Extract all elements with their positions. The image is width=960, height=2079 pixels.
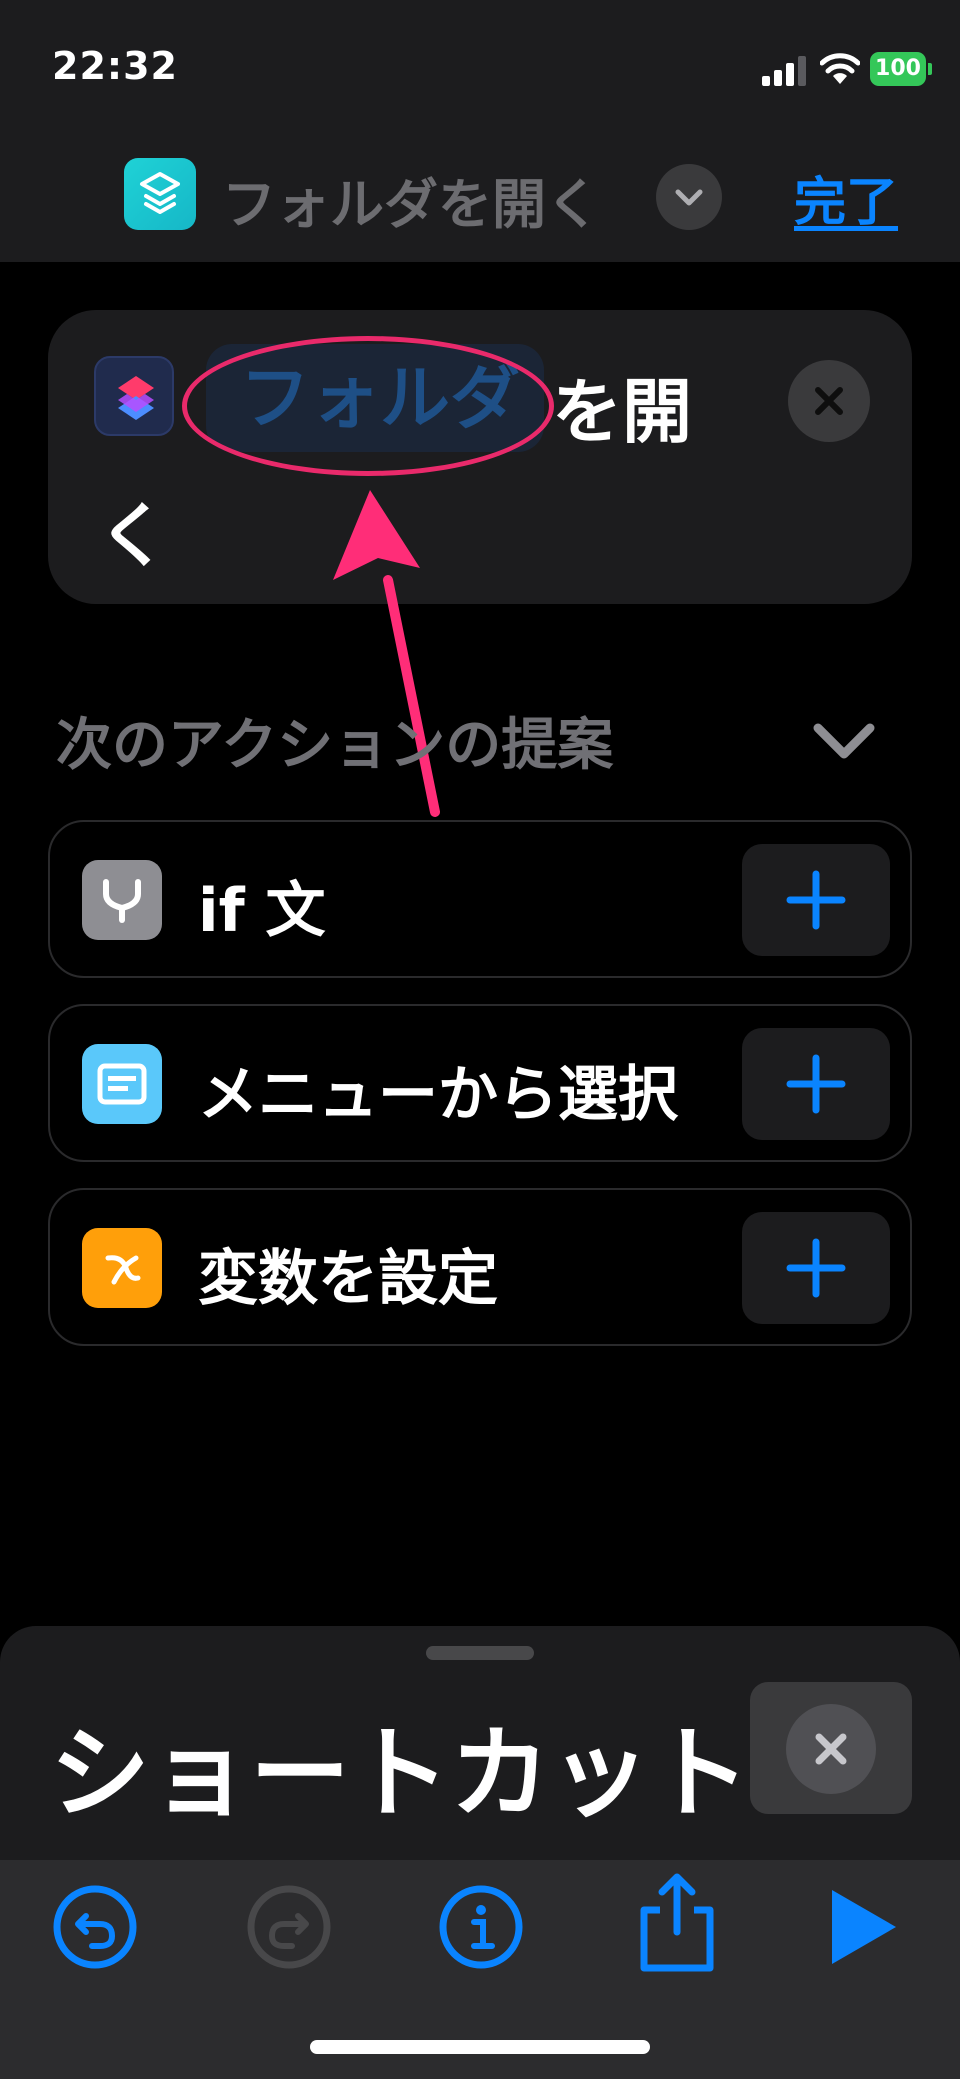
shortcut-title[interactable]: フォルダを開く bbox=[222, 160, 600, 239]
menu-icon bbox=[82, 1044, 162, 1124]
sheet-close-button[interactable] bbox=[750, 1682, 912, 1814]
variable-icon bbox=[82, 1228, 162, 1308]
suggestion-item-if[interactable]: if 文 bbox=[48, 820, 912, 978]
suggestions-heading: 次のアクションの提案 bbox=[56, 713, 614, 778]
bottom-toolbar bbox=[0, 1860, 960, 2079]
status-time: 22:32 bbox=[52, 44, 178, 88]
add-action-button[interactable] bbox=[742, 1212, 890, 1324]
plus-icon bbox=[786, 1054, 846, 1114]
close-icon bbox=[815, 1733, 847, 1765]
battery-icon: 100 bbox=[870, 52, 932, 86]
plus-icon bbox=[786, 1238, 846, 1298]
suggestion-item-set-variable[interactable]: 変数を設定 bbox=[48, 1188, 912, 1346]
shortcut-app-icon[interactable] bbox=[124, 158, 196, 230]
play-icon[interactable] bbox=[826, 1880, 920, 1974]
suggestion-label: if 文 bbox=[198, 876, 326, 946]
title-menu-button[interactable] bbox=[656, 164, 722, 230]
suggestion-item-choose-from-menu[interactable]: メニューから選択 bbox=[48, 1004, 912, 1162]
info-icon[interactable] bbox=[434, 1880, 528, 1974]
sheet-handle[interactable] bbox=[426, 1646, 534, 1660]
branch-icon bbox=[82, 860, 162, 940]
battery-level: 100 bbox=[870, 52, 926, 86]
sheet-title: ショートカット bbox=[50, 1715, 750, 1832]
cellular-signal-icon bbox=[762, 56, 806, 86]
highlight-ellipse bbox=[182, 336, 554, 476]
plus-icon bbox=[786, 870, 846, 930]
done-button[interactable]: 完了 bbox=[794, 160, 898, 235]
chevron-down-icon bbox=[675, 189, 703, 206]
layers-icon bbox=[140, 172, 180, 214]
status-bar: 22:32 100 bbox=[0, 0, 960, 130]
action-text-line2: く bbox=[98, 495, 168, 577]
add-action-button[interactable] bbox=[742, 844, 890, 956]
chevron-down-icon[interactable] bbox=[808, 716, 880, 764]
home-indicator bbox=[310, 2040, 650, 2054]
wifi-icon bbox=[820, 53, 860, 84]
remove-action-button[interactable] bbox=[788, 360, 870, 442]
suggestion-label: 変数を設定 bbox=[198, 1244, 498, 1314]
shortcuts-logo-icon bbox=[118, 376, 154, 420]
add-action-button[interactable] bbox=[742, 1028, 890, 1140]
close-icon bbox=[815, 387, 843, 415]
undo-icon[interactable] bbox=[48, 1880, 142, 1974]
redo-icon[interactable] bbox=[242, 1880, 336, 1974]
action-text-line1: を開 bbox=[552, 371, 692, 453]
suggestion-label: メニューから選択 bbox=[198, 1060, 678, 1130]
nav-bar: フォルダを開く 完了 bbox=[0, 130, 960, 262]
share-icon[interactable] bbox=[630, 1870, 724, 1974]
shortcuts-action-icon bbox=[94, 356, 174, 436]
